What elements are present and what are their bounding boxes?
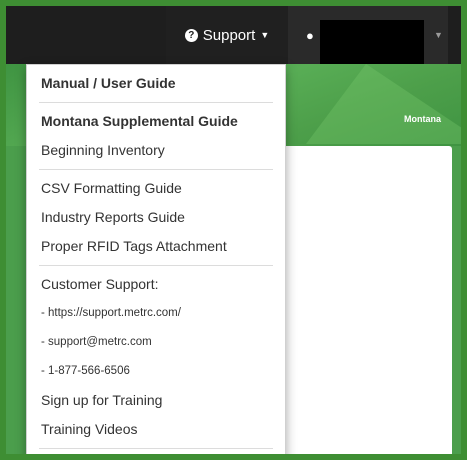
menu-divider bbox=[39, 448, 273, 449]
menu-item-beginning-inventory[interactable]: Beginning Inventory bbox=[27, 136, 285, 165]
menu-divider bbox=[39, 265, 273, 266]
menu-divider bbox=[39, 102, 273, 103]
menu-item-rfid-tags-attachment[interactable]: Proper RFID Tags Attachment bbox=[27, 232, 285, 261]
support-label: Support bbox=[202, 26, 256, 44]
menu-item-support-email[interactable]: - support@metrc.com bbox=[27, 328, 285, 357]
user-icon: ● bbox=[306, 28, 314, 43]
user-menu-toggle[interactable]: ● ▼ bbox=[288, 6, 448, 64]
menu-item-manual-user-guide[interactable]: Manual / User Guide bbox=[27, 69, 285, 98]
menu-item-industry-reports-guide[interactable]: Industry Reports Guide bbox=[27, 203, 285, 232]
top-navbar: ? Support ▼ ● ▼ bbox=[6, 6, 461, 64]
state-label: Montana bbox=[404, 114, 441, 124]
support-dropdown-menu: Manual / User Guide Montana Supplemental… bbox=[26, 64, 286, 454]
menu-item-montana-supplemental-guide[interactable]: Montana Supplemental Guide bbox=[27, 107, 285, 136]
menu-item-csv-formatting-guide[interactable]: CSV Formatting Guide bbox=[27, 174, 285, 203]
menu-item-sign-up-training[interactable]: Sign up for Training bbox=[27, 386, 285, 415]
customer-support-heading: Customer Support: bbox=[41, 276, 159, 292]
menu-item-training-videos[interactable]: Training Videos bbox=[27, 415, 285, 444]
menu-divider bbox=[39, 169, 273, 170]
question-circle-icon: ? bbox=[184, 28, 198, 42]
support-menu-toggle[interactable]: ? Support ▼ bbox=[166, 6, 288, 64]
menu-item-support-url[interactable]: - https://support.metrc.com/ bbox=[27, 299, 285, 328]
caret-down-icon: ▼ bbox=[260, 30, 270, 40]
screenshot-frame: ? Support ▼ ● ▼ Montana Manual / User Gu… bbox=[0, 0, 467, 460]
navbar-right-edge bbox=[448, 6, 461, 64]
caret-down-icon: ▼ bbox=[434, 30, 443, 40]
hero-decoration bbox=[306, 64, 461, 144]
support-phone: - 1-877-566-6506 bbox=[41, 365, 130, 377]
content-card bbox=[276, 146, 452, 454]
redacted-username bbox=[320, 20, 424, 64]
